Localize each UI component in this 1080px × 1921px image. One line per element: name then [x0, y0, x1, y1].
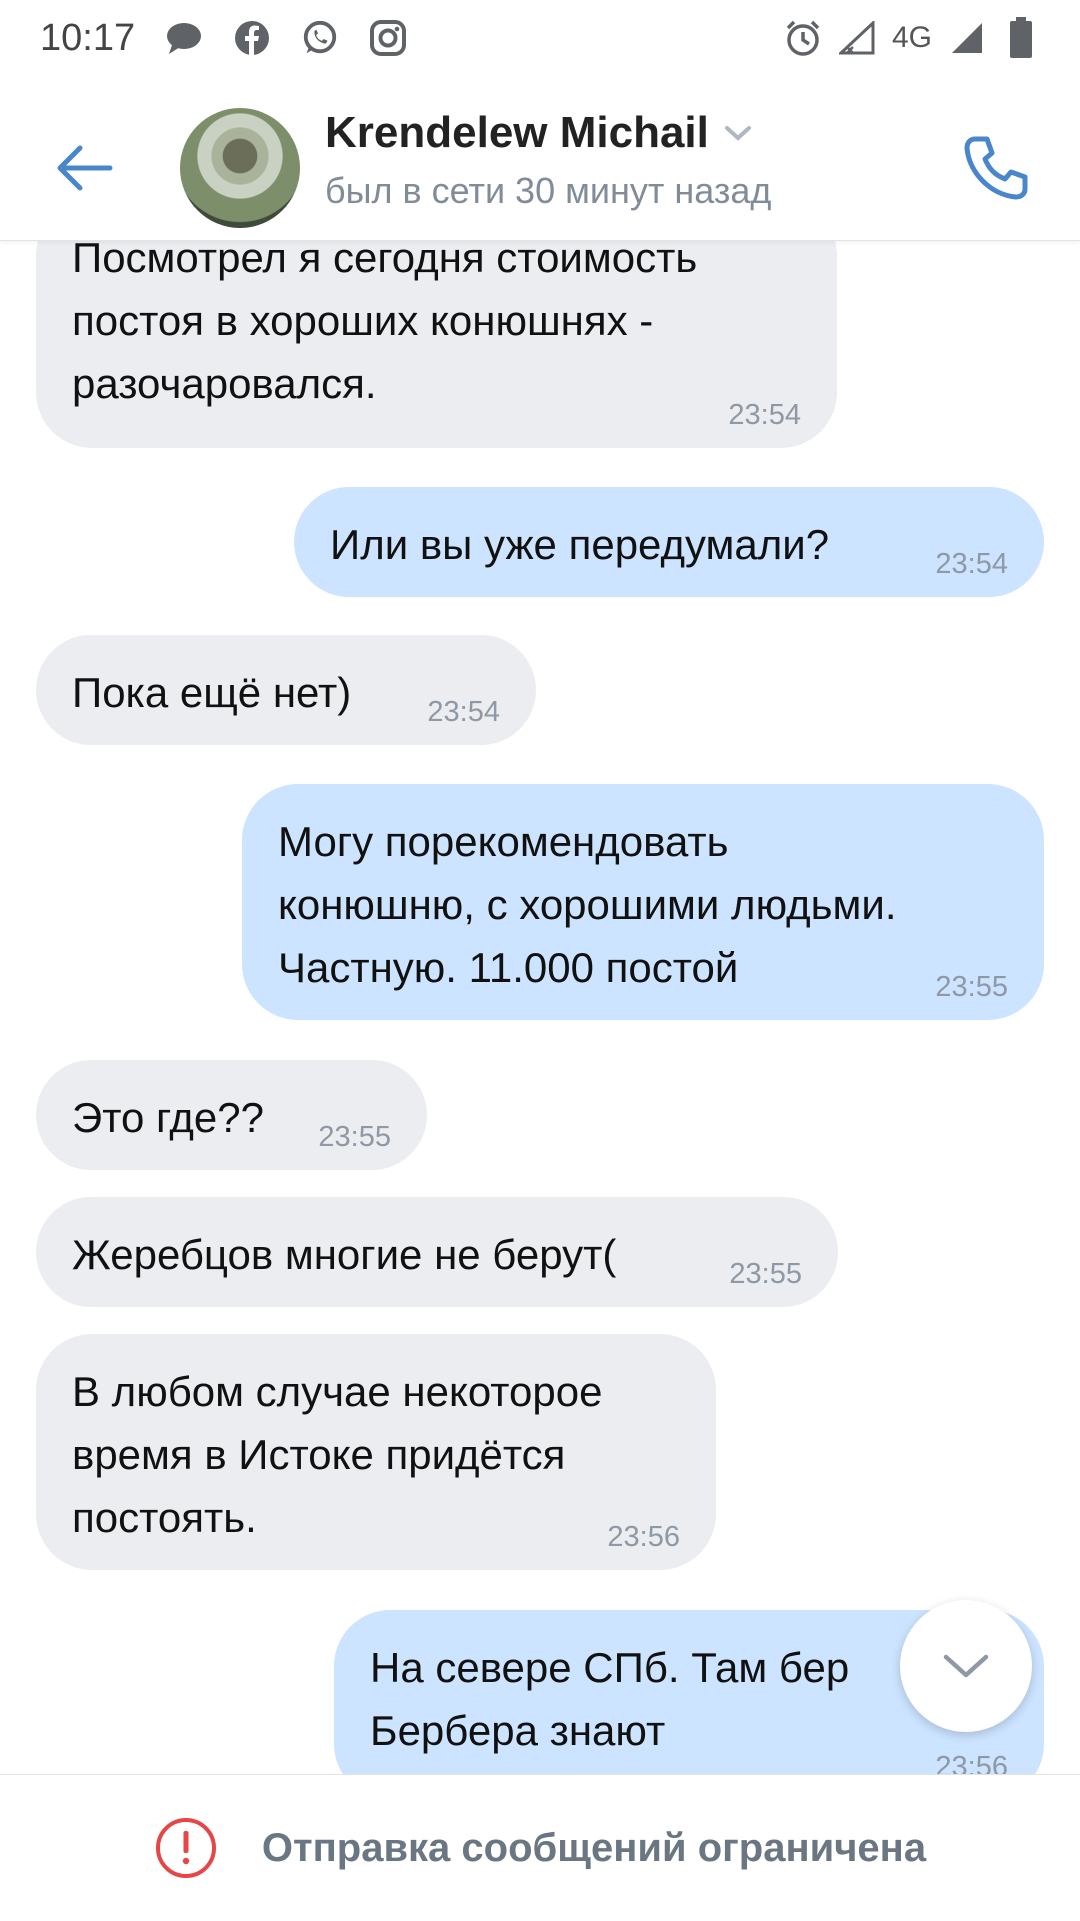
- signal-strength-icon: [838, 19, 876, 57]
- chevron-down-icon: [724, 126, 751, 141]
- message-bubble-incoming[interactable]: В любом случае некоторое время в Истоке …: [36, 1334, 716, 1570]
- message-text: Жеребцов многие не берут(: [72, 1231, 617, 1278]
- chat-header: Krendelew Michail был в сети 30 минут на…: [0, 96, 1080, 241]
- arrow-left-icon: [57, 145, 113, 191]
- message-text: В любом случае некоторое время в Истоке …: [72, 1368, 603, 1541]
- battery-icon: [1002, 17, 1040, 58]
- message-bubble-incoming[interactable]: Пока ещё нет) 23:54: [36, 635, 536, 745]
- message-time: 23:54: [427, 696, 500, 728]
- message-time: 23:55: [318, 1121, 391, 1153]
- contact-name-button[interactable]: Krendelew Michail: [325, 108, 753, 158]
- instagram-icon: [369, 19, 407, 57]
- message-text: Посмотрел я сегодня стоимость постоя в х…: [72, 240, 698, 407]
- message-bubble-icon: [165, 19, 203, 57]
- message-time: 23:54: [935, 548, 1008, 580]
- signal-strength-icon: [948, 19, 986, 57]
- back-button[interactable]: [48, 132, 120, 204]
- status-bar: 10:17 4G: [0, 0, 1080, 76]
- message-text: Могу порекомендовать конюшню, с хорошими…: [278, 818, 897, 991]
- message-bubble-incoming[interactable]: Жеребцов многие не берут( 23:55: [36, 1197, 838, 1307]
- call-button[interactable]: [952, 124, 1040, 212]
- message-time: 23:55: [729, 1258, 802, 1290]
- chevron-down-icon: [943, 1654, 989, 1678]
- message-bubble-incoming[interactable]: Посмотрел я сегодня стоимость постоя в х…: [36, 240, 837, 448]
- message-time: 23:56: [935, 1751, 1008, 1774]
- contact-name: Krendelew Michail: [325, 108, 709, 157]
- message-time: 23:55: [935, 971, 1008, 1003]
- whatsapp-icon: [301, 19, 339, 57]
- restriction-notice: Отправка сообщений ограничена: [261, 1825, 927, 1870]
- alert-circle-icon: [155, 1818, 216, 1878]
- facebook-icon: [233, 19, 271, 57]
- network-type-label: 4G: [891, 21, 932, 54]
- phone-icon: [964, 136, 1028, 200]
- avatar[interactable]: [180, 108, 300, 228]
- message-text: Или вы уже передумали?: [330, 521, 830, 568]
- status-left: 10:17: [40, 17, 407, 60]
- message-bubble-outgoing[interactable]: Могу порекомендовать конюшню, с хорошими…: [242, 784, 1044, 1020]
- contact-status: был в сети 30 минут назад: [325, 170, 772, 211]
- message-bubble-outgoing[interactable]: Или вы уже передумали? 23:54: [294, 487, 1044, 597]
- message-input-restricted-bar: Отправка сообщений ограничена: [0, 1774, 1080, 1921]
- alarm-clock-icon: [784, 19, 822, 57]
- scroll-to-bottom-button[interactable]: [900, 1600, 1032, 1732]
- status-right: 4G: [784, 17, 1040, 58]
- status-time: 10:17: [40, 16, 136, 59]
- message-list[interactable]: Посмотрел я сегодня стоимость постоя в х…: [0, 240, 1080, 1774]
- message-time: 23:54: [728, 399, 801, 431]
- message-bubble-incoming[interactable]: Это где?? 23:55: [36, 1060, 427, 1170]
- message-time: 23:56: [607, 1521, 680, 1553]
